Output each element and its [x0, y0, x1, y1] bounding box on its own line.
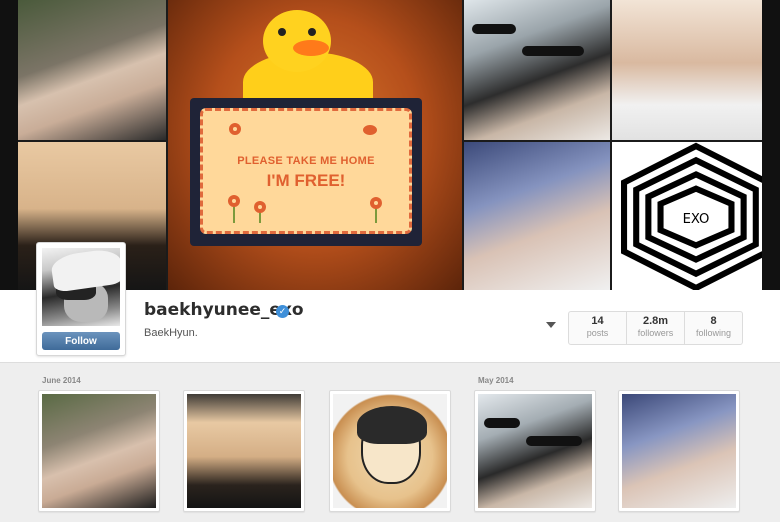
- photo-thumbnail-hat[interactable]: [183, 390, 305, 512]
- photo-thumbnail-selfie[interactable]: [38, 390, 160, 512]
- photo-thumbnail-sunglasses[interactable]: [474, 390, 596, 512]
- flower-icon: [229, 123, 241, 135]
- stat-label: following: [695, 328, 732, 338]
- flower-icon: [370, 197, 382, 209]
- profile-stats: 14 posts 2.8m followers 8 following: [568, 311, 743, 345]
- exo-logo-text: EXO: [683, 212, 710, 227]
- avatar-cap: [49, 248, 120, 293]
- month-label: June 2014: [42, 376, 81, 385]
- cookie-hair: [357, 406, 427, 444]
- options-dropdown-icon[interactable]: [546, 322, 556, 328]
- stat-value: 8: [710, 315, 717, 327]
- mosaic-exo-logo[interactable]: EXO: [612, 142, 762, 290]
- photo-image: [42, 394, 156, 508]
- stat-label: followers: [637, 328, 674, 338]
- stat-followers[interactable]: 2.8m followers: [627, 312, 685, 344]
- sunglasses-shape: [484, 418, 520, 428]
- sign-card: PLEASE TAKE ME HOME I'M FREE!: [200, 108, 412, 234]
- photo-thumbnail-cookie[interactable]: [329, 390, 451, 512]
- verified-badge-icon: ✓: [276, 305, 289, 318]
- flower-icon: [228, 195, 240, 207]
- photo-thumbnail-duo[interactable]: [618, 390, 740, 512]
- photo-image: [333, 394, 447, 508]
- exo-hexagon-icon: EXO: [621, 142, 762, 290]
- photo-image: [187, 394, 301, 508]
- bird-icon: [363, 125, 377, 135]
- mosaic-photo-sunglasses[interactable]: [464, 0, 610, 140]
- duck-beak: [293, 40, 329, 56]
- profile-avatar-card: Follow: [36, 242, 126, 356]
- mosaic-photo-selfie[interactable]: [18, 0, 166, 140]
- stat-following[interactable]: 8 following: [685, 312, 742, 344]
- sign-card-frame: PLEASE TAKE ME HOME I'M FREE!: [190, 98, 422, 246]
- profile-full-name: BaekHyun.: [144, 327, 198, 339]
- mosaic-photo-selfie-2[interactable]: [612, 0, 762, 140]
- mosaic-left-edge: [0, 0, 18, 290]
- stat-value: 2.8m: [642, 315, 669, 327]
- sign-card-line2: I'M FREE!: [266, 171, 346, 190]
- month-label: May 2014: [478, 376, 514, 385]
- sunglasses-shape: [526, 436, 582, 446]
- flower-icon: [254, 201, 266, 213]
- duck-eye: [308, 28, 316, 36]
- photo-image: [622, 394, 736, 508]
- follow-button[interactable]: Follow: [42, 332, 120, 350]
- mosaic-right-edge: [762, 0, 780, 290]
- mosaic-photo-duo[interactable]: [464, 142, 610, 290]
- stat-value: 14: [591, 315, 604, 327]
- avatar[interactable]: [42, 248, 120, 326]
- mosaic-photo-duck[interactable]: PLEASE TAKE ME HOME I'M FREE!: [168, 0, 462, 290]
- flower-stem: [375, 207, 377, 223]
- duck-eye: [278, 28, 286, 36]
- sign-card-line1: PLEASE TAKE ME HOME: [237, 155, 375, 167]
- stat-posts[interactable]: 14 posts: [569, 312, 627, 344]
- sunglasses-shape: [472, 24, 516, 34]
- sunglasses-shape: [522, 46, 584, 56]
- stat-label: posts: [586, 328, 609, 338]
- photo-image: [478, 394, 592, 508]
